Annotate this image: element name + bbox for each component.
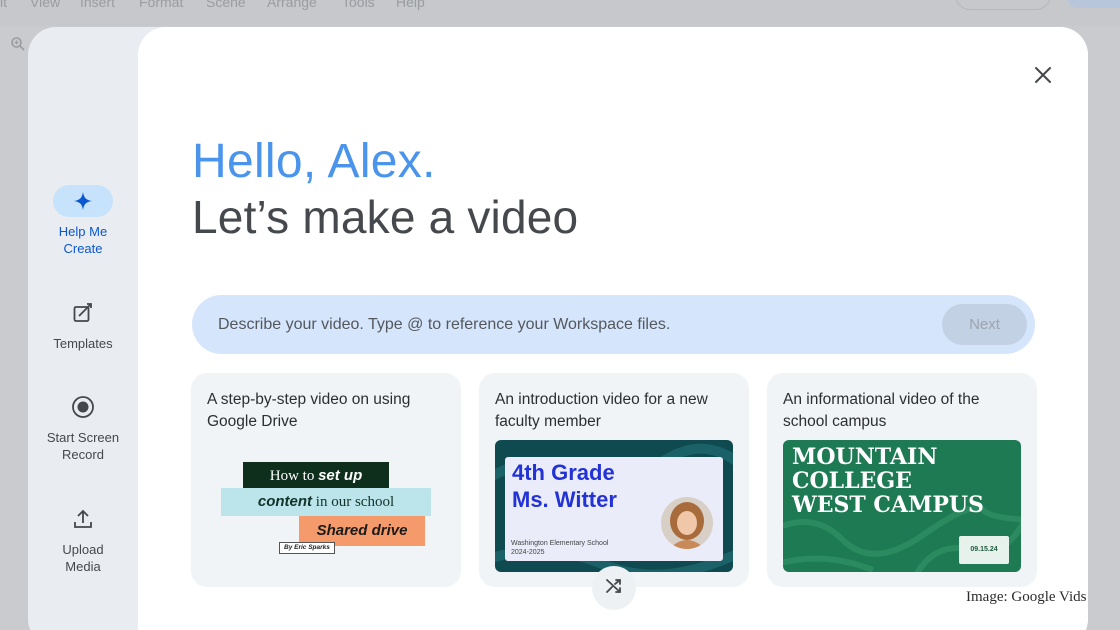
rail-label: Upload Media bbox=[62, 542, 104, 574]
shuffle-button[interactable] bbox=[592, 566, 636, 610]
zoom-icon bbox=[10, 36, 26, 55]
thumb-line: COLLEGE bbox=[792, 468, 912, 494]
rail-item-templates[interactable]: Templates bbox=[28, 297, 138, 352]
thumb-school: Washington Elementary School bbox=[511, 540, 609, 547]
close-icon bbox=[1031, 67, 1055, 91]
thumb-line: How to set up bbox=[243, 462, 389, 490]
page-title: Let’s make a video bbox=[192, 191, 579, 243]
card-thumbnail: How to set up content in our school Shar… bbox=[207, 440, 445, 572]
close-button[interactable] bbox=[1031, 63, 1055, 87]
menu-scene: Scene bbox=[206, 0, 246, 10]
suggestion-card-campus[interactable]: An informational video of the school cam… bbox=[767, 373, 1037, 587]
greeting: Hello, Alex. bbox=[192, 135, 436, 188]
upload-icon bbox=[53, 503, 113, 535]
menu-tools: Tools bbox=[342, 0, 375, 10]
rail-label: Templates bbox=[53, 336, 113, 351]
rail-label: Help Me Create bbox=[58, 224, 108, 256]
card-title: An informational video of the school cam… bbox=[783, 391, 980, 430]
thumb-year: 2024-2025 bbox=[511, 549, 545, 556]
sparkle-icon bbox=[53, 185, 113, 217]
menu-view: View bbox=[30, 0, 61, 10]
thumb-byline: By Eric Sparks bbox=[279, 542, 335, 554]
background-menubar: it View Insert Format Scene Arrange Tool… bbox=[0, 0, 1120, 26]
menu-edit: it bbox=[0, 0, 7, 10]
background-share-button bbox=[955, 0, 1051, 10]
suggestion-card-google-drive[interactable]: A step-by-step video on using Google Dri… bbox=[191, 373, 461, 587]
describe-video-input[interactable]: Describe your video. Type @ to reference… bbox=[192, 295, 1035, 354]
menu-help: Help bbox=[396, 0, 425, 10]
thumb-line: WEST CAMPUS bbox=[792, 492, 984, 518]
card-title: A step-by-step video on using Google Dri… bbox=[207, 391, 411, 430]
thumb-line: MOUNTAIN bbox=[792, 444, 938, 470]
thumb-date: 09.15.24 bbox=[959, 536, 1009, 564]
thumb-line: Ms. Witter bbox=[512, 487, 617, 512]
menu-arrange: Arrange bbox=[267, 0, 317, 10]
menu-insert: Insert bbox=[80, 0, 116, 10]
menu-format: Format bbox=[139, 0, 184, 10]
rail-label: Start Screen Record bbox=[46, 430, 120, 462]
template-icon bbox=[53, 297, 113, 329]
next-button[interactable]: Next bbox=[942, 304, 1027, 345]
suggestion-card-faculty-intro[interactable]: An introduction video for a new faculty … bbox=[479, 373, 749, 587]
background-primary-button bbox=[1066, 0, 1120, 8]
teacher-photo bbox=[661, 497, 713, 549]
rail-item-upload-media[interactable]: Upload Media bbox=[28, 503, 138, 575]
thumb-slide: 4th Grade Ms. Witter Washington Elementa… bbox=[505, 457, 723, 561]
card-title: An introduction video for a new faculty … bbox=[495, 391, 708, 430]
record-icon bbox=[53, 391, 113, 423]
thumb-line: content in our school bbox=[221, 488, 431, 516]
rail-item-help-me-create[interactable]: Help Me Create bbox=[28, 185, 138, 257]
card-thumbnail: MOUNTAIN COLLEGE WEST CAMPUS 09.15.24 bbox=[783, 440, 1021, 572]
shuffle-icon bbox=[604, 576, 624, 601]
prompt-placeholder: Describe your video. Type @ to reference… bbox=[218, 315, 671, 333]
rail-item-start-screen-record[interactable]: Start Screen Record bbox=[28, 391, 138, 463]
card-thumbnail: 4th Grade Ms. Witter Washington Elementa… bbox=[495, 440, 733, 572]
image-credit: Image: Google Vids bbox=[966, 589, 1087, 605]
thumb-line: 4th Grade bbox=[512, 460, 615, 485]
